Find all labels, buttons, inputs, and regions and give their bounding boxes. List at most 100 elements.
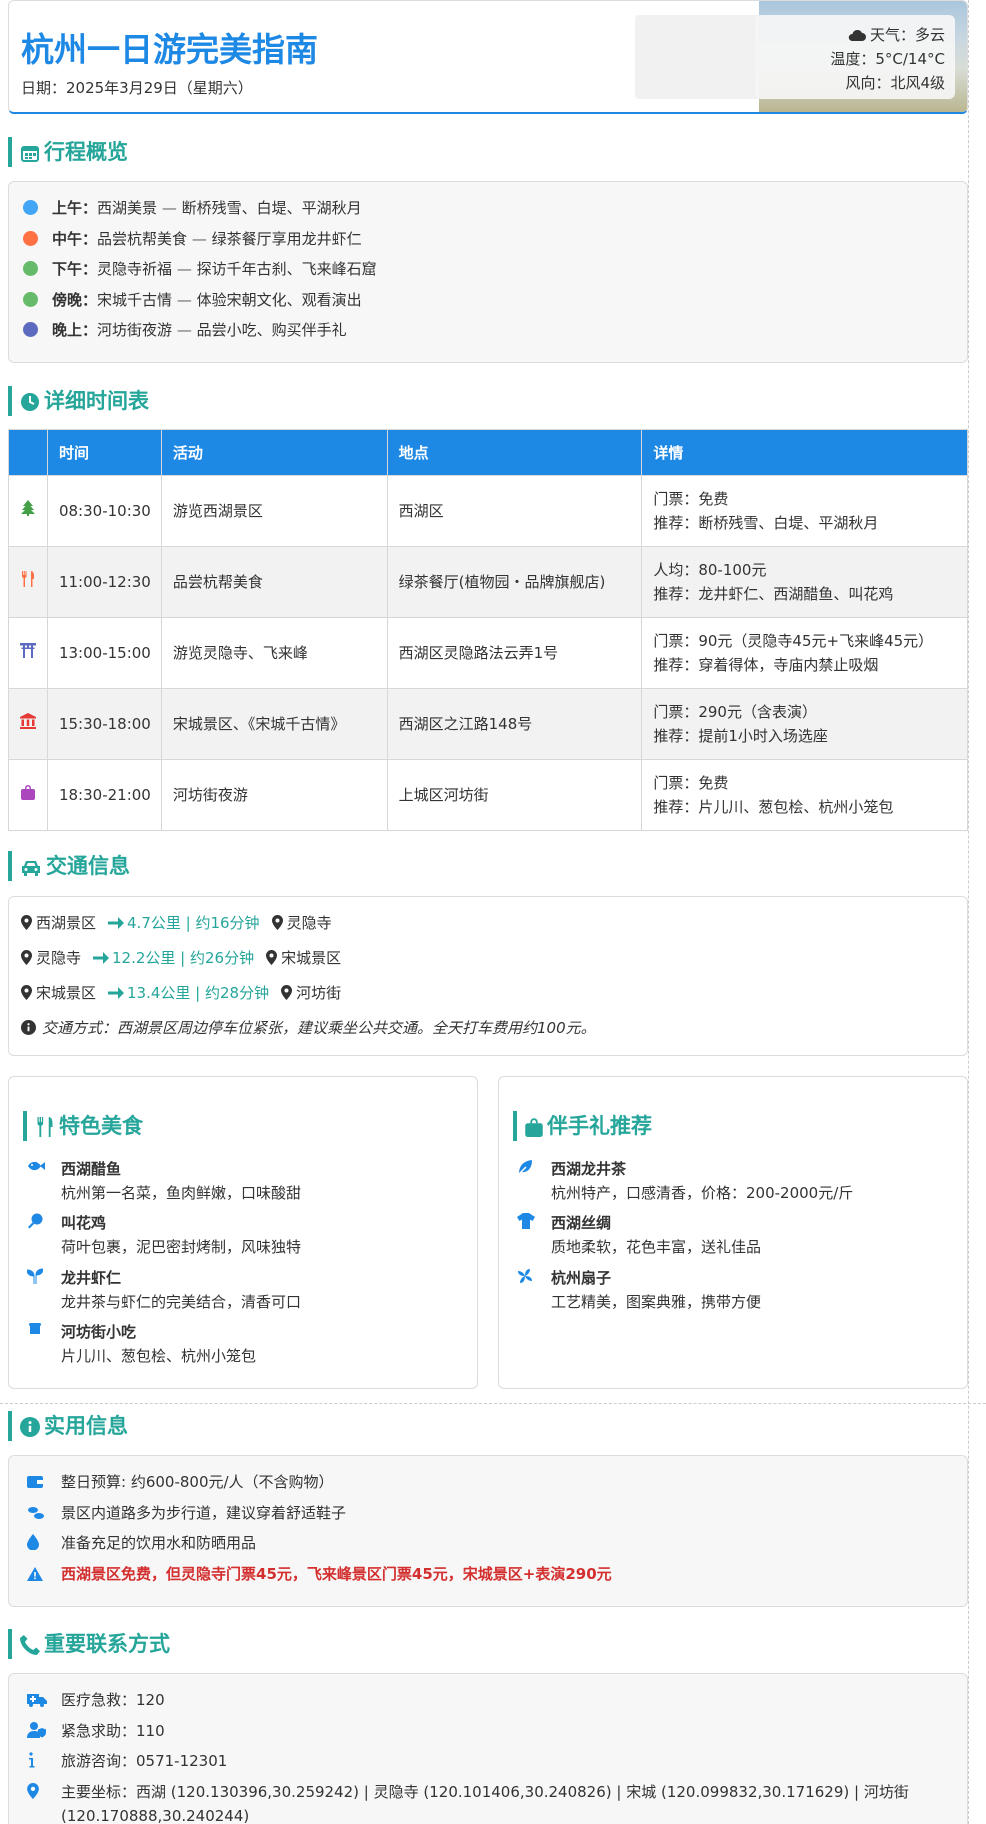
time-cell: 15:30-18:00 [46,688,162,760]
practical-box: 整日预算: 约600-800元/人（不含购物） 景区内道路多为步行道，建议穿着舒… [8,1455,968,1607]
practical-title: 实用信息 [8,1411,128,1441]
image-placeholder [635,15,773,99]
timeline-dot [23,322,38,337]
activity-cell: 品尝杭帮美食 [160,546,388,618]
arrow-right-icon [93,952,110,964]
detail-cell: 门票：免费 推荐：片儿川、葱包桧、杭州小笼包 [641,759,968,831]
route-row: 宋城景区 13.4公里 | 约28分钟 河坊街 [21,981,341,1005]
info-circle-icon [20,1417,40,1437]
table-row: 15:30-18:00 宋城景区、《宋城千古情》 西湖区之江路148号 门票：2… [8,688,968,760]
fish-icon [28,1161,45,1171]
time-cell: 18:30-21:00 [46,759,162,831]
practical-item: 整日预算: 约600-800元/人（不含购物） [27,1470,334,1494]
water-drop-icon [27,1534,39,1551]
wallet-icon [27,1476,43,1488]
row-icon-cell [8,475,48,547]
overview-item: 中午：品尝杭帮美食 — 绿茶餐厅享用龙井虾仁 [23,227,362,251]
table-header-row: 时间 活动 地点 详情 [8,429,968,476]
contact-title: 重要联系方式 [8,1629,170,1659]
column-header: 详情 [641,429,968,476]
overview-item: 晚上：河坊街夜游 — 品尝小吃、购买伴手礼 [23,318,347,342]
practical-item: 西湖景区免费，但灵隐寺门票45元，飞来峰景区门票45元，宋城景区+表演290元 [27,1562,612,1586]
food-card: 特色美食 西湖醋鱼 杭州第一名菜，鱼肉鲜嫩，口味酸甜 叫花鸡 荷叶包裹，泥巴密封烤制… [8,1076,478,1389]
schedule-title: 详细时间表 [8,386,149,416]
wind-text: 风向：北风4级 [845,74,945,92]
table-row: 13:00-15:00 游览灵隐寺、飞来峰 西湖区灵隐路法云弄1号 门票：90元… [8,617,968,689]
gift-item: 西湖丝绸 质地柔软，花色丰富，送礼佳品 [517,1211,937,1259]
phone-icon [20,1635,40,1655]
gift-item: 杭州扇子 工艺精美，图案典雅，携带方便 [517,1266,937,1314]
overview-item: 下午：灵隐寺祈福 — 探访千年古刹、飞来峰石窟 [23,257,377,281]
row-icon-cell [8,617,48,689]
time-cell: 11:00-12:30 [46,546,162,618]
contact-item-cont: (120.170888,30.240244) [61,1807,250,1824]
place-cell: 绿茶餐厅(植物园・品牌旗舰店) [386,546,643,618]
place-cell: 西湖区之江路148号 [386,688,643,760]
utensils-icon [37,1117,53,1137]
warning-icon [27,1567,43,1581]
calendar-icon [21,146,39,162]
time-cell: 08:30-10:30 [46,475,162,547]
fan-icon [518,1269,532,1283]
gift-title: 伴手礼推荐 [513,1111,652,1141]
contact-item: 主要坐标：西湖 (120.130396,30.259242) | 灵隐寺 (12… [27,1780,909,1804]
car-icon [22,861,40,876]
bag-icon [525,1118,543,1137]
gift-item: 西湖龙井茶 杭州特产，口感清香，价格：200-2000元/斤 [517,1157,937,1205]
column-header [8,429,48,476]
gift-card: 伴手礼推荐 西湖龙井茶 杭州特产，口感清香，价格：200-2000元/斤 西湖丝绸… [498,1076,968,1389]
temperature-text: 温度：5°C/14°C [830,50,945,68]
overview-title: 行程概览 [8,137,128,167]
arrow-right-icon [108,917,125,929]
food-item: 河坊街小吃 片儿川、葱包桧、杭州小笼包 [27,1320,447,1368]
detail-cell: 门票：290元（含表演） 推荐：提前1小时入场选座 [641,688,968,760]
row-icon-cell [8,546,48,618]
map-pin-icon [266,950,278,965]
clock-icon [21,393,39,411]
seedling-icon [27,1268,43,1284]
food-item: 叫花鸡 荷叶包裹，泥巴密封烤制，风味独特 [27,1211,447,1259]
place-cell: 西湖区灵隐路法云弄1号 [386,617,643,689]
page-title: 杭州一日游完美指南 [21,30,318,69]
arrow-right-icon [108,987,125,999]
timeline-dot [23,200,38,215]
bag-icon [20,785,35,800]
row-icon-cell [8,688,48,760]
map-pin-icon [21,985,32,1000]
column-header: 地点 [386,429,643,476]
guide-page: 杭州一日游完美指南 日期：2025年3月29日（星期六） 天气：多云 温度：5°… [8,0,968,1824]
leaf-icon [517,1160,532,1175]
overview-box: 上午：西湖美景 — 断桥残雪、白堤、平湖秋月 中午：品尝杭帮美食 — 绿茶餐厅享… [8,181,968,363]
overview-item: 傍晚：宋城千古情 — 体验宋朝文化、观看演出 [23,288,362,312]
contact-box: 医疗急救：120 紧急求助：110 旅游咨询：0571-12301 主要坐标：西… [8,1673,968,1824]
weather-text: 天气：多云 [869,26,945,44]
timeline-dot [23,231,38,246]
bowl-icon [29,1323,41,1334]
detail-cell: 门票：90元（灵隐寺45元+飞来峰45元） 推荐：穿着得体，寺庙内禁止吸烟 [641,617,968,689]
info-icon [29,1752,35,1768]
activity-cell: 河坊街夜游 [160,759,388,831]
route-row: 西湖景区 4.7公里 | 约16分钟 灵隐寺 [21,911,332,935]
contact-item: 紧急求助：110 [27,1719,165,1743]
trip-date: 日期：2025年3月29日（星期六） [21,79,253,97]
table-row: 08:30-10:30 游览西湖景区 西湖区 门票：免费 推荐：断桥残雪、白堤、平… [8,475,968,547]
column-header: 时间 [46,429,162,476]
transport-box: 西湖景区 4.7公里 | 约16分钟 灵隐寺 灵隐寺 12.2公里 | 约26分钟 宋城… [8,896,968,1056]
detail-cell: 人均：80-100元 推荐：龙井虾仁、西湖醋鱼、叫花鸡 [641,546,968,618]
food-item: 龙井虾仁 龙井茶与虾仁的完美结合，清香可口 [27,1266,447,1314]
shirt-icon [517,1213,535,1229]
activity-cell: 游览西湖景区 [160,475,388,547]
detail-cell: 门票：免费 推荐：断桥残雪、白堤、平湖秋月 [641,475,968,547]
column-header: 活动 [160,429,388,476]
shoe-icon [28,1507,44,1519]
map-pin-icon [281,985,293,1000]
activity-cell: 游览灵隐寺、飞来峰 [160,617,388,689]
time-cell: 13:00-15:00 [46,617,162,689]
place-cell: 上城区河坊街 [386,759,643,831]
map-pin-icon [21,915,32,930]
timeline-dot [23,261,38,276]
landmark-icon [19,713,36,729]
practical-item: 准备充足的饮用水和防晒用品 [27,1531,256,1555]
info-circle-icon [21,1020,36,1035]
page-header: 杭州一日游完美指南 日期：2025年3月29日（星期六） 天气：多云 温度：5°… [8,0,968,114]
